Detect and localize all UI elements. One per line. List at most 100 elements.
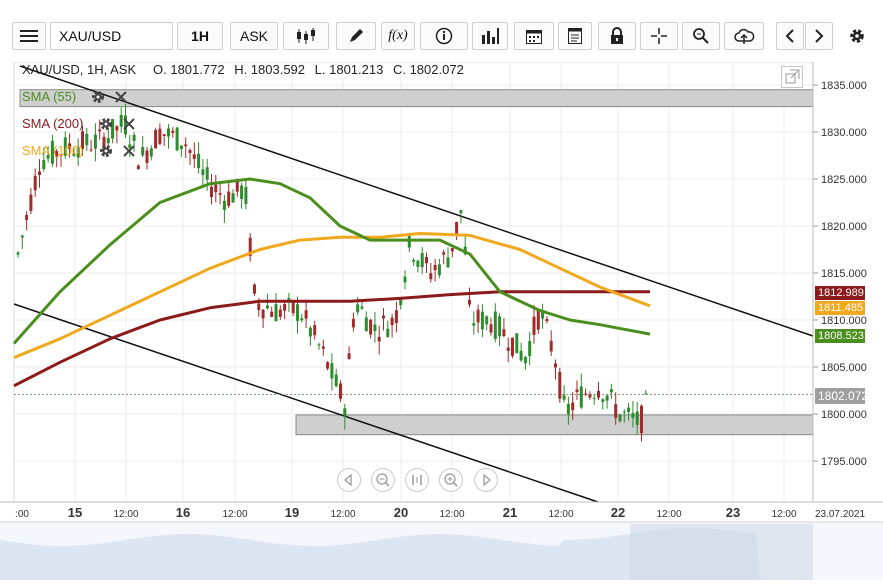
candle-body [339, 383, 342, 399]
gear-icon[interactable] [90, 89, 106, 105]
pan-left-button[interactable] [337, 468, 361, 492]
x-tick-label: 19 [285, 505, 299, 520]
candle-body [278, 309, 282, 317]
candle-body [33, 175, 37, 191]
pan-right-button[interactable] [474, 468, 498, 492]
hamburger-icon [20, 30, 38, 42]
header-high: H. 1803.592 [234, 62, 306, 77]
candle-body [459, 210, 463, 214]
cloud-upload-icon [734, 28, 755, 44]
candle-body [519, 350, 523, 361]
candle-body [304, 310, 308, 319]
legend-sma100[interactable]: SMA (100) [22, 143, 83, 158]
navigator-pane [0, 521, 883, 580]
candle-body [558, 371, 562, 399]
crosshair-button[interactable] [640, 22, 678, 50]
candle-body [317, 344, 321, 346]
header-close: C. 1802.072 [392, 62, 464, 77]
notes-button[interactable] [558, 22, 592, 50]
candle-body [476, 309, 480, 323]
candle-body [244, 187, 248, 205]
scroll-right-button[interactable] [805, 22, 833, 50]
zoom-out-icon [376, 473, 390, 487]
calendar-icon [526, 30, 542, 44]
candle-body [562, 395, 566, 400]
x-tick-label: 23 [726, 505, 740, 520]
calendar-button[interactable] [514, 22, 554, 50]
zoom-in-button[interactable] [439, 468, 463, 492]
candle-body [154, 130, 158, 149]
price-type-select[interactable]: ASK [230, 22, 278, 50]
x-tick-label: 23.07.2021 [815, 509, 865, 520]
candle-body [575, 389, 579, 392]
candle-body [240, 185, 244, 199]
chevron-right-icon [815, 29, 824, 43]
close-icon[interactable] [121, 143, 137, 159]
candle-body [261, 309, 265, 319]
chart-canvas[interactable]: 1835.000 1830.000 1825.000 1820.000 1815.000… [0, 61, 883, 580]
y-tick-label: 1830.000 [821, 127, 867, 139]
crosshair-icon [651, 28, 667, 44]
legend-sma200[interactable]: SMA (200) [22, 116, 83, 131]
x-tick-label: 20 [394, 505, 408, 520]
candle-body [192, 154, 196, 159]
candle-body [468, 299, 471, 305]
resistance-zone [19, 89, 814, 108]
candle-body [210, 186, 213, 198]
gear-icon[interactable] [98, 116, 114, 132]
candle-body [171, 130, 175, 133]
candle-body [493, 311, 497, 339]
menu-button[interactable] [12, 22, 46, 50]
zoom-out-button[interactable] [371, 468, 395, 492]
ohlc-header: XAU/USD, 1H, ASK O. 1801.772 H. 1803.592… [22, 62, 470, 77]
x-tick-label: 12:00 [656, 509, 681, 520]
candle-body [498, 316, 502, 337]
x-tick-label: 21 [503, 505, 517, 520]
candle-body [162, 134, 166, 136]
close-icon[interactable] [121, 116, 137, 132]
candle-body [485, 316, 489, 325]
interval-select[interactable]: 1H [177, 22, 223, 50]
lock-button[interactable] [598, 22, 636, 50]
candle-body [489, 324, 493, 333]
candle-body [89, 149, 93, 151]
export-button[interactable] [724, 22, 764, 50]
price-tag-sma100: 1811.485 [815, 301, 865, 315]
candle-body [502, 329, 506, 336]
candle-body [605, 395, 609, 401]
candle-body [420, 253, 424, 268]
draw-tool-button[interactable] [336, 22, 376, 50]
candle-body [554, 363, 557, 368]
volume-button[interactable] [472, 22, 508, 50]
price-tag-sma200: 1812.989 [815, 286, 865, 300]
symbol-input[interactable] [50, 22, 173, 50]
settings-button[interactable] [843, 22, 871, 50]
candle-body [175, 127, 179, 151]
candle-body [291, 302, 295, 314]
candle-body [136, 165, 140, 170]
price-chart[interactable]: 1835.000 1830.000 1825.000 1820.000 1815.000… [0, 61, 883, 580]
close-icon[interactable] [113, 89, 129, 105]
popout-button[interactable] [781, 66, 803, 88]
zoom-button[interactable] [682, 22, 720, 50]
info-button[interactable] [420, 22, 468, 50]
chart-type-button[interactable] [283, 22, 329, 50]
price-tag-sma55: 1808.523 [815, 329, 865, 343]
chevron-left-icon [785, 29, 794, 43]
candle-body [296, 304, 299, 321]
indicators-button[interactable]: f(x) [381, 22, 415, 50]
candle-body [480, 311, 484, 330]
candle-body [437, 264, 441, 276]
candle-body [640, 405, 643, 434]
candle-body [184, 144, 188, 147]
gear-icon[interactable] [98, 143, 114, 159]
reset-icon [412, 475, 422, 485]
candle-body [218, 193, 222, 195]
legend-sma55[interactable]: SMA (55) [22, 89, 76, 104]
candle-body [609, 389, 613, 393]
reset-zoom-button[interactable] [405, 468, 429, 492]
candle-body [313, 325, 317, 336]
scroll-left-button[interactable] [776, 22, 804, 50]
candle-body [403, 276, 407, 283]
candle-body [300, 318, 304, 321]
